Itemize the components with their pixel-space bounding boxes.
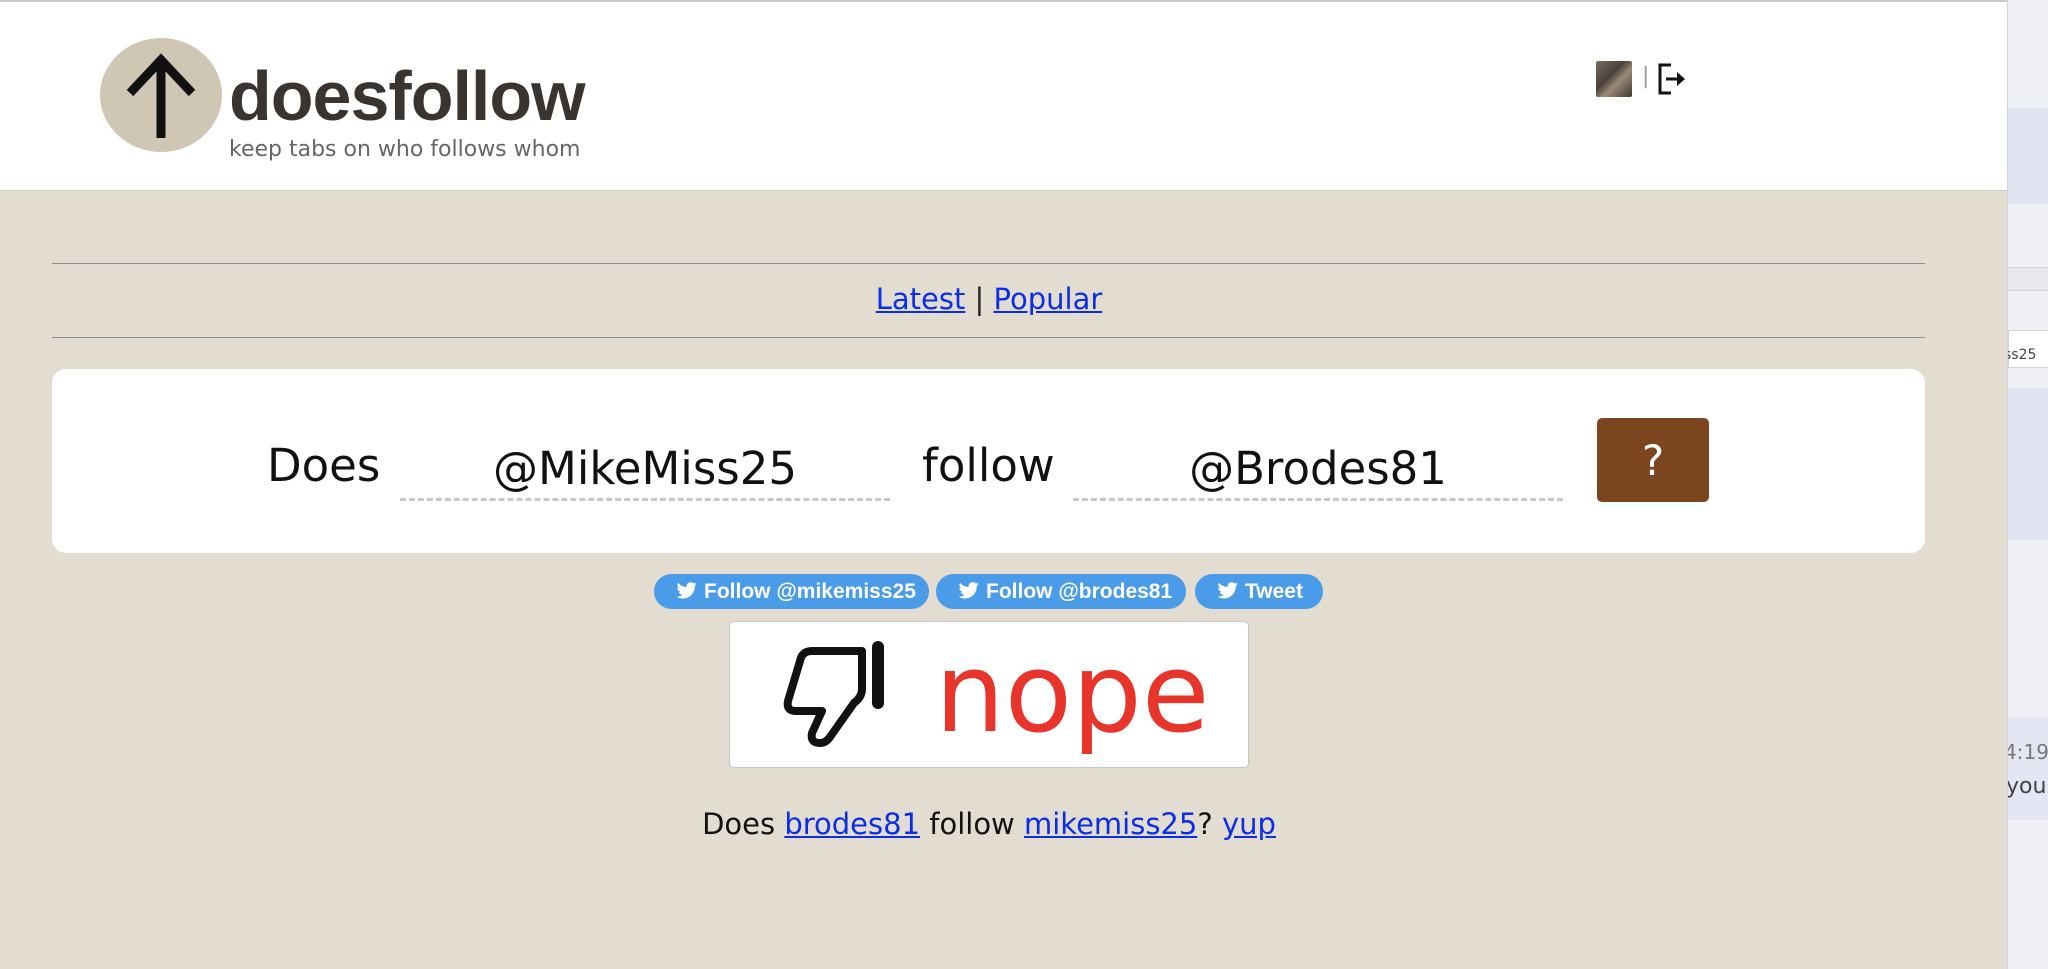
reverse-user-b-link[interactable]: brodes81 — [784, 807, 920, 841]
strip-block — [2008, 108, 2048, 204]
strip-block — [2008, 388, 2048, 540]
tweet-label: Tweet — [1245, 580, 1303, 603]
logo[interactable] — [100, 38, 222, 152]
user-a-input[interactable] — [400, 438, 890, 501]
strip-snippet: 4:19 — [2007, 740, 2048, 764]
nav-links: Latest | Popular — [0, 282, 1978, 316]
divider-top — [52, 263, 1925, 264]
thumbs-down-icon — [783, 641, 884, 747]
user-b-input[interactable] — [1073, 438, 1563, 501]
page: doesfollow keep tabs on who follows whom… — [0, 0, 2007, 969]
reverse-qmark: ? — [1197, 807, 1213, 841]
header-separator: | — [1642, 64, 1650, 89]
result-word: nope — [935, 629, 1210, 757]
question-word-does: Does — [267, 439, 381, 492]
question-card: Does follow ? — [52, 369, 1925, 553]
site-tagline: keep tabs on who follows whom — [229, 137, 581, 162]
follow-user-b-button[interactable]: Follow @brodes81 — [936, 574, 1186, 609]
twitter-bird-icon — [676, 582, 697, 599]
site-name[interactable]: doesfollow — [229, 54, 586, 138]
strip-block — [2008, 718, 2048, 820]
reverse-middle: follow — [929, 807, 1015, 841]
nav-latest-link[interactable]: Latest — [876, 282, 966, 316]
arrow-up-icon — [126, 53, 196, 138]
reverse-answer-link[interactable]: yup — [1222, 807, 1276, 841]
reverse-question: Does brodes81 follow mikemiss25? yup — [0, 807, 1978, 841]
divider-bottom — [52, 337, 1925, 338]
question-word-follow: follow — [922, 439, 1055, 492]
avatar[interactable] — [1596, 61, 1632, 97]
nav-popular-link[interactable]: Popular — [994, 282, 1103, 316]
tweet-button[interactable]: Tweet — [1195, 574, 1323, 609]
reverse-prefix: Does — [702, 807, 776, 841]
reverse-user-a-link[interactable]: mikemiss25 — [1024, 807, 1197, 841]
twitter-bird-icon — [958, 582, 979, 599]
background-window-strip: ss25 4:19 you — [2007, 0, 2048, 969]
strip-snippet: ss25 — [2007, 347, 2037, 363]
follow-user-a-label: Follow @mikemiss25 — [704, 580, 916, 603]
follow-user-a-button[interactable]: Follow @mikemiss25 — [654, 574, 929, 609]
follow-user-b-label: Follow @brodes81 — [986, 580, 1173, 603]
logout-icon[interactable] — [1657, 62, 1687, 100]
result-box: nope — [729, 621, 1249, 768]
site-header: doesfollow keep tabs on who follows whom… — [0, 2, 2007, 191]
strip-snippet: you — [2007, 774, 2047, 799]
strip-block — [2008, 267, 2048, 291]
twitter-bird-icon — [1217, 582, 1238, 599]
nav-separator: | — [974, 282, 985, 316]
submit-button[interactable]: ? — [1597, 418, 1709, 502]
